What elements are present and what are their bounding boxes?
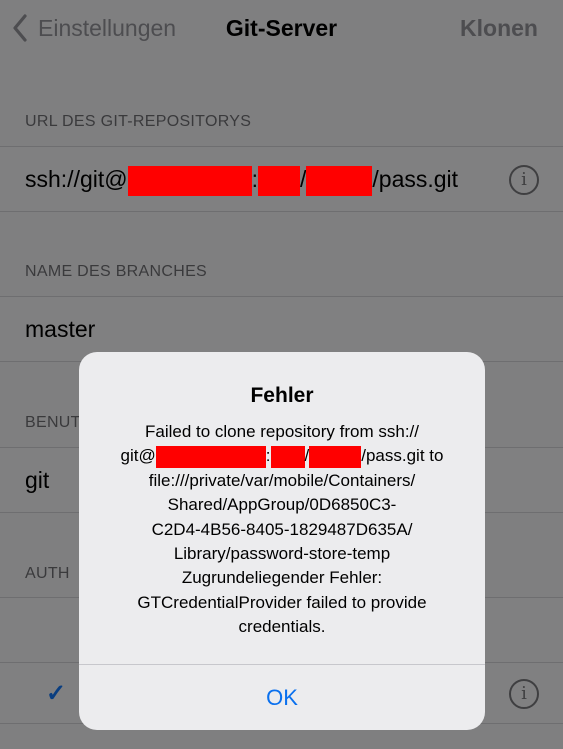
alert-message: Failed to clone repository from ssh:// g… <box>101 420 463 640</box>
repo-url-prefix: ssh://git@ <box>25 166 128 193</box>
alert-message-text: /pass.git to <box>361 446 444 466</box>
alert-message-line: git@: //pass.git to <box>101 444 463 468</box>
alert-message-line: C2D4-4B56-8405-1829487D635A/ <box>151 519 413 539</box>
info-icon[interactable]: i <box>509 165 539 195</box>
alert-message-line: file:///private/var/mobile/Containers/ <box>148 470 416 490</box>
alert-message-line: Zugrundeliegender Fehler: <box>181 568 383 588</box>
redacted-port <box>258 166 300 196</box>
git-server-screen: Einstellungen Git-Server Klonen URL DES … <box>0 0 563 749</box>
repo-url-suffix: /pass.git <box>372 166 459 193</box>
checkmark-icon: ✓ <box>46 680 67 707</box>
repo-url-cell[interactable]: ssh://git@: //pass.git i <box>0 146 563 212</box>
alert-message-line: credentials. <box>238 617 326 637</box>
alert-title: Fehler <box>250 384 314 407</box>
alert-message-line: GTCredentialProvider failed to provide <box>137 592 427 612</box>
section-header-branch: NAME DES BRANCHES <box>25 263 208 280</box>
error-alert: Fehler Failed to clone repository from s… <box>79 352 485 730</box>
section-header-user: BENUT <box>25 414 81 431</box>
repo-url-value[interactable]: ssh://git@: //pass.git <box>25 166 458 196</box>
redacted-port <box>270 445 305 468</box>
alert-message-line: Library/password-store-temp <box>173 544 391 564</box>
ok-button[interactable]: OK <box>79 665 485 730</box>
section-header-auth: AUTH <box>25 565 70 582</box>
redacted-host <box>155 445 266 468</box>
info-icon[interactable]: i <box>509 679 539 709</box>
alert-message-text: git@ <box>120 446 156 466</box>
alert-message-line: Shared/AppGroup/0D6850C3- <box>167 495 397 515</box>
redacted-path <box>309 445 362 468</box>
section-header-repo-url: URL DES GIT-REPOSITORYS <box>25 113 252 130</box>
user-value[interactable]: git <box>25 467 49 494</box>
redacted-host <box>127 166 252 196</box>
redacted-path <box>306 166 373 196</box>
alert-message-line: Failed to clone repository from ssh:// <box>144 422 419 441</box>
branch-value[interactable]: master <box>25 316 95 343</box>
clone-button[interactable]: Klonen <box>460 10 538 46</box>
navigation-bar: Einstellungen Git-Server Klonen <box>0 0 563 58</box>
